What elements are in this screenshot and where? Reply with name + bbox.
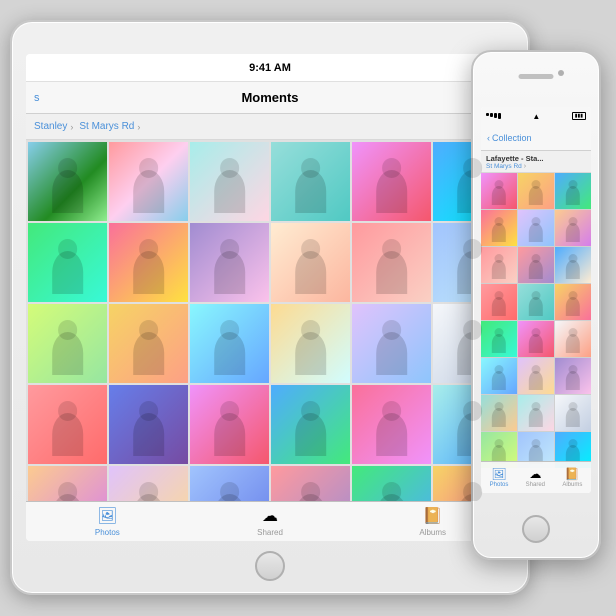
ipad-status-bar: 9:41 AM 100% ▮ (26, 54, 514, 82)
ipad-nav-bar: s Moments (26, 82, 514, 114)
list-item[interactable] (481, 395, 517, 431)
iphone-albums-icon: 📔 (565, 467, 580, 481)
table-row[interactable] (271, 304, 350, 383)
ipad-nav-title: Moments (241, 90, 298, 105)
list-item[interactable] (518, 247, 554, 283)
list-item[interactable] (481, 321, 517, 357)
tab-albums-label: Albums (419, 528, 446, 537)
iphone-tab-albums[interactable]: 📔 Albums (562, 467, 582, 488)
list-item[interactable] (518, 173, 554, 209)
tab-photos-label: Photos (95, 528, 120, 537)
table-row[interactable] (190, 304, 269, 383)
table-row[interactable] (109, 385, 188, 464)
list-item[interactable] (481, 173, 517, 209)
iphone-tab-bar: 🖼 Photos ☁ Shared 📔 Albums (481, 461, 591, 493)
iphone-battery: ▮▮▮ (572, 112, 586, 120)
table-row[interactable] (352, 223, 431, 302)
list-item[interactable] (518, 210, 554, 246)
table-row[interactable] (109, 304, 188, 383)
iphone-photos-icon: 🖼 (491, 467, 506, 481)
table-row[interactable] (271, 142, 350, 221)
list-item[interactable] (481, 358, 517, 394)
iphone-camera (558, 70, 564, 76)
list-item[interactable] (555, 173, 591, 209)
location-item-stmarys[interactable]: St Marys Rd › (79, 121, 140, 132)
iphone-shared-icon: ☁ (529, 467, 541, 481)
ipad-screen: 9:41 AM 100% ▮ s Moments Stanley › (26, 54, 514, 541)
iphone-status-bar: ▲ ▮▮▮ (481, 107, 591, 125)
albums-icon: 📔 (423, 506, 443, 526)
table-row[interactable] (271, 223, 350, 302)
iphone-screen: ▲ ▮▮▮ ‹ Collection Lafayette - Sta... St… (481, 107, 591, 493)
ipad-location-bar: Stanley › St Marys Rd › J (26, 114, 514, 140)
iphone-back-button[interactable]: ‹ Collection (487, 133, 532, 143)
signal-bars (486, 113, 501, 119)
list-item[interactable] (518, 284, 554, 320)
ipad-time: 9:41 AM (249, 62, 291, 74)
list-item[interactable] (518, 395, 554, 431)
list-item[interactable] (518, 358, 554, 394)
tab-shared-label: Shared (257, 528, 283, 537)
iphone-location-bar: Lafayette - Sta... St Marys Rd › (481, 151, 591, 173)
list-item[interactable] (481, 247, 517, 283)
table-row[interactable] (190, 223, 269, 302)
ipad-tab-bar: 🖼 Photos ☁ Shared 📔 Albums (26, 501, 514, 541)
table-row[interactable] (352, 304, 431, 383)
table-row[interactable] (28, 223, 107, 302)
table-row[interactable] (271, 385, 350, 464)
table-row[interactable] (271, 466, 350, 501)
list-item[interactable] (555, 395, 591, 431)
iphone-tab-shared[interactable]: ☁ Shared (526, 467, 545, 488)
list-item[interactable] (518, 321, 554, 357)
table-row[interactable] (109, 142, 188, 221)
photos-icon: 🖼 (97, 506, 117, 526)
list-item[interactable] (555, 321, 591, 357)
table-row[interactable] (352, 385, 431, 464)
ipad-photo-grid-wrapper (26, 140, 514, 501)
iphone-photo-grid (481, 173, 591, 468)
list-item[interactable] (555, 247, 591, 283)
table-row[interactable] (28, 304, 107, 383)
list-item[interactable] (555, 358, 591, 394)
iphone-nav-bar: ‹ Collection (481, 125, 591, 151)
table-row[interactable] (190, 466, 269, 501)
shared-icon: ☁ (262, 506, 278, 526)
location-item-stanley[interactable]: Stanley › (34, 121, 73, 132)
table-row[interactable] (28, 142, 107, 221)
ipad-back-button[interactable]: s (34, 92, 40, 104)
ipad-photo-grid (26, 140, 514, 501)
table-row[interactable] (190, 142, 269, 221)
wifi-icon: ▲ (532, 112, 540, 121)
tab-shared[interactable]: ☁ Shared (189, 506, 352, 537)
list-item[interactable] (555, 284, 591, 320)
iphone-tab-photos[interactable]: 🖼 Photos (490, 467, 509, 488)
table-row[interactable] (352, 466, 431, 501)
tab-photos[interactable]: 🖼 Photos (26, 506, 189, 537)
ipad-home-button[interactable] (255, 551, 285, 581)
ipad-device: 9:41 AM 100% ▮ s Moments Stanley › (10, 20, 530, 595)
table-row[interactable] (28, 466, 107, 501)
table-row[interactable] (190, 385, 269, 464)
scene: 9:41 AM 100% ▮ s Moments Stanley › (0, 0, 616, 616)
table-row[interactable] (109, 466, 188, 501)
list-item[interactable] (481, 210, 517, 246)
list-item[interactable] (481, 284, 517, 320)
iphone-home-button[interactable] (522, 515, 550, 543)
iphone-speaker (519, 74, 554, 79)
list-item[interactable] (555, 210, 591, 246)
table-row[interactable] (109, 223, 188, 302)
table-row[interactable] (28, 385, 107, 464)
table-row[interactable] (352, 142, 431, 221)
iphone-device: ▲ ▮▮▮ ‹ Collection Lafayette - Sta... St… (471, 50, 601, 560)
